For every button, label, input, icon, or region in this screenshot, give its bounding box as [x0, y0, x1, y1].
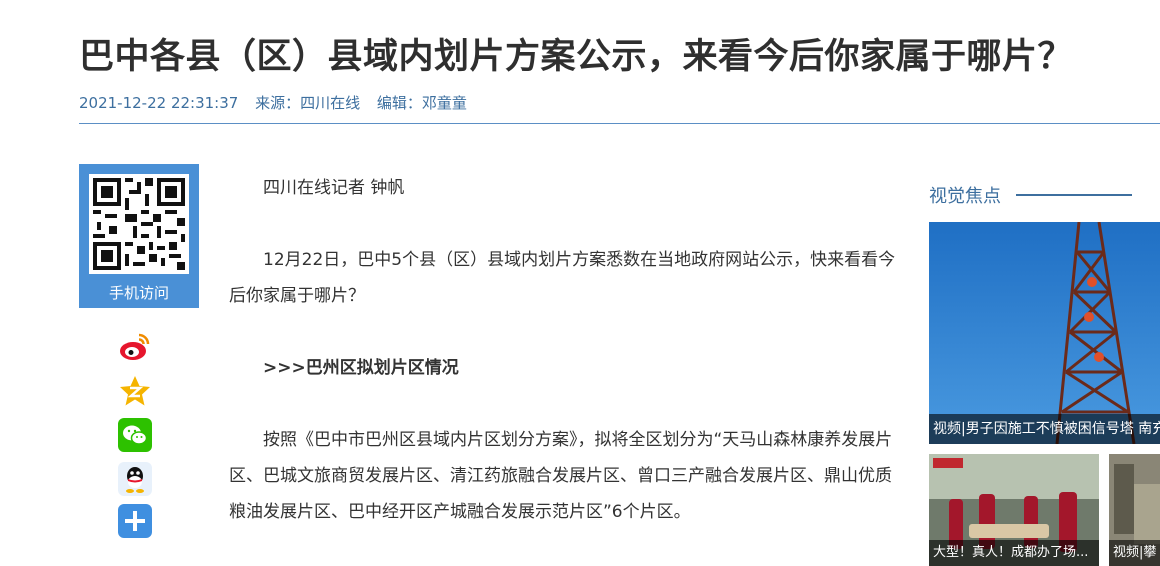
visual-focus-rule [1016, 194, 1132, 196]
weibo-icon[interactable] [118, 330, 152, 364]
article-paragraph: 12月22日，巴中5个县（区）县域内划片方案悉数在当地政府网站公示，快来看看今后… [229, 250, 896, 306]
qzone-icon[interactable] [118, 374, 152, 408]
thumbnail-photo[interactable]: 大型！真人！成都办了场... [929, 454, 1099, 566]
thumbnail-photo[interactable]: 视频|攀 [1109, 454, 1160, 566]
article-editor: 编辑：邓童童 [376, 94, 467, 112]
qr-label: 手机访问 [108, 284, 169, 302]
more-share-icon[interactable] [118, 504, 152, 538]
page-title: 巴中各县（区）县域内划片方案公示，来看今后你家属于哪片？ [79, 37, 1074, 77]
section-heading: >>>巴州区拟划片区情况 [263, 358, 459, 378]
publish-datetime: 2021-12-22 22:31:37 [79, 94, 239, 112]
meta-divider [79, 123, 1160, 124]
mobile-qr-panel[interactable]: 手机访问 [79, 164, 199, 308]
thumbnail-caption[interactable]: 大型！真人！成都办了场... [929, 540, 1099, 566]
featured-photo[interactable]: 视频|男子因施工不慎被困信号塔 南充 [929, 222, 1160, 444]
article-source[interactable]: 来源：四川在线 [255, 94, 360, 112]
article-paragraph: 按照《巴中市巴州区县域内片区划分方案》，拟将全区划分为“天马山森林康养发展片区、… [229, 430, 893, 522]
featured-caption[interactable]: 视频|男子因施工不慎被困信号塔 南充 [929, 414, 1160, 444]
article-body: 四川在线记者 钟帆 12月22日，巴中5个县（区）县域内划片方案悉数在当地政府网… [229, 170, 901, 566]
qq-icon[interactable] [118, 462, 152, 496]
visual-focus-heading: 视觉焦点 [929, 186, 1001, 207]
byline: 四川在线记者 钟帆 [263, 178, 405, 198]
wechat-icon[interactable] [118, 418, 152, 452]
thumbnail-caption[interactable]: 视频|攀 [1109, 540, 1160, 566]
qr-code-icon [89, 174, 189, 274]
article-meta: 2021-12-22 22:31:37 来源：四川在线 编辑：邓童童 [79, 92, 479, 113]
